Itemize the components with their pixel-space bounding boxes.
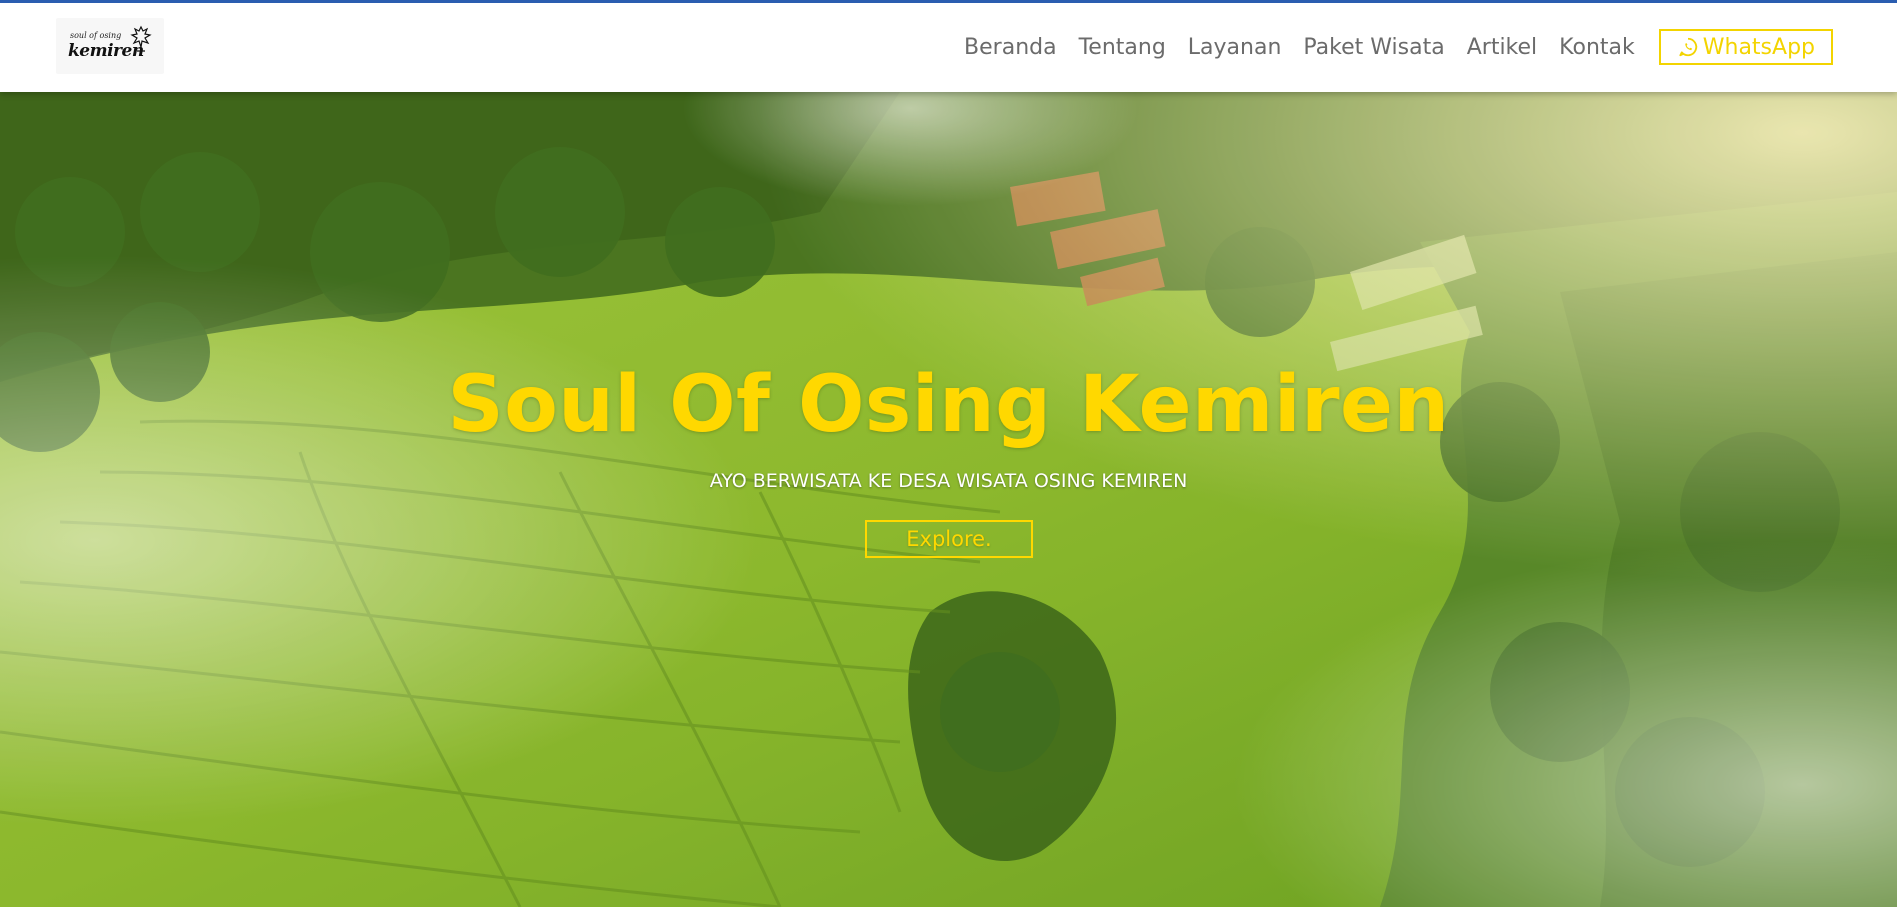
nav-link-beranda[interactable]: Beranda <box>964 35 1057 60</box>
explore-button[interactable]: Explore. <box>865 520 1033 558</box>
site-logo[interactable]: soul of osing kemiren <box>56 18 164 74</box>
nav-link-tentang[interactable]: Tentang <box>1079 35 1166 60</box>
page: soul of osing kemiren Beranda Tentang La… <box>0 0 1897 907</box>
hero-content: Soul Of Osing Kemiren AYO BERWISATA KE D… <box>0 92 1897 907</box>
whatsapp-button[interactable]: WhatsApp <box>1658 29 1833 65</box>
top-accent-stripe <box>0 0 1897 3</box>
whatsapp-icon <box>1679 37 1697 57</box>
nav-link-layanan[interactable]: Layanan <box>1188 35 1282 60</box>
logo-figure-icon <box>130 25 152 54</box>
navbar: soul of osing kemiren Beranda Tentang La… <box>0 3 1897 92</box>
hero-subtitle: AYO BERWISATA KE DESA WISATA OSING KEMIR… <box>709 470 1188 492</box>
nav-link-artikel[interactable]: Artikel <box>1467 35 1537 60</box>
nav-link-kontak[interactable]: Kontak <box>1559 35 1635 60</box>
whatsapp-label: WhatsApp <box>1702 34 1815 60</box>
nav-link-paket-wisata[interactable]: Paket Wisata <box>1303 35 1444 60</box>
logo-small-text: soul of osing <box>70 31 122 40</box>
logo-mark: soul of osing kemiren <box>68 25 152 67</box>
hero-title: Soul Of Osing Kemiren <box>447 360 1450 450</box>
hero-section: Soul Of Osing Kemiren AYO BERWISATA KE D… <box>0 92 1897 907</box>
main-nav: Beranda Tentang Layanan Paket Wisata Art… <box>964 28 1833 66</box>
